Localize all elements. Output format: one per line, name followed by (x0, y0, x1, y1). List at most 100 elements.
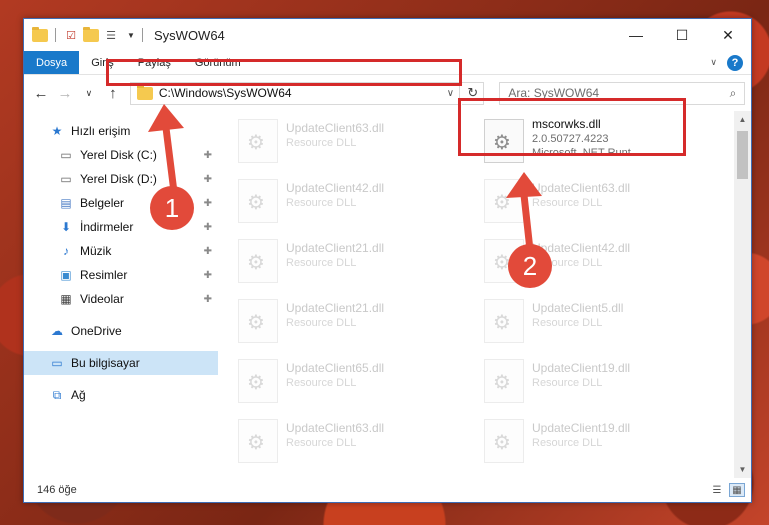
navigation-pane: ★ Hızlı erişim ▭ Yerel Disk (C:) ✚ ▭ Yer… (24, 111, 218, 478)
pin-icon[interactable]: ✚ (204, 294, 212, 305)
sidebar-item-label: Müzik (80, 244, 112, 258)
pin-icon[interactable]: ✚ (204, 222, 212, 233)
file-item[interactable]: UpdateClient63.dll Resource DLL (478, 175, 714, 233)
back-arrow-icon[interactable]: ← (30, 82, 52, 104)
sidebar-item-pictures[interactable]: ▣ Resimler ✚ (24, 263, 218, 287)
music-icon: ♪ (63, 244, 69, 258)
folder-icon (136, 84, 153, 100)
pin-icon[interactable]: ✚ (204, 198, 212, 209)
file-name: UpdateClient63.dll (286, 421, 385, 435)
pin-icon[interactable]: ✚ (204, 246, 212, 257)
pictures-icon: ▣ (60, 268, 72, 282)
help-icon[interactable]: ? (727, 54, 743, 71)
sidebar-item-network[interactable]: ⧉ Ağ (24, 383, 218, 407)
address-highlight-box (106, 59, 462, 86)
maximize-button[interactable]: ☐ (659, 19, 705, 51)
sidebar-item-music[interactable]: ♪ Müzik ✚ (24, 239, 218, 263)
sidebar-item-label: Yerel Disk (D:) (80, 172, 157, 186)
file-item[interactable]: UpdateClient42.dll Resource DLL (478, 235, 714, 293)
dll-file-icon (484, 239, 524, 283)
file-type: Resource DLL (286, 257, 357, 269)
download-icon: ⬇ (60, 220, 72, 234)
vertical-scrollbar[interactable]: ▲ ▼ (734, 111, 751, 478)
sidebar-item-videos[interactable]: ▦ Videolar ✚ (24, 287, 218, 311)
folder-icon (32, 26, 48, 43)
star-icon: ★ (51, 124, 63, 138)
properties-icon[interactable]: ☑ (63, 27, 79, 43)
file-item[interactable]: UpdateClient21.dll Resource DLL (232, 295, 468, 353)
sidebar-item-label: Bu bilgisayar (71, 356, 140, 370)
documents-icon: ▤ (60, 196, 72, 210)
file-name: UpdateClient19.dll (532, 421, 631, 435)
file-item[interactable]: UpdateClient63.dll Resource DLL (232, 115, 468, 173)
dll-file-icon (238, 359, 278, 403)
file-type: Resource DLL (286, 137, 357, 149)
minimize-button[interactable]: — (613, 19, 659, 51)
file-item[interactable]: UpdateClient42.dll Resource DLL (232, 175, 468, 233)
sidebar-item-quick-access[interactable]: ★ Hızlı erişim (24, 119, 218, 143)
file-type: Resource DLL (532, 317, 603, 329)
file-item[interactable]: UpdateClient19.dll Resource DLL (478, 355, 714, 413)
search-icon[interactable]: ⌕ (722, 86, 744, 101)
status-bar: 146 öğe ☰ ▦ (24, 478, 751, 502)
chevron-down-icon[interactable]: ▼ (123, 27, 139, 43)
pin-icon[interactable]: ✚ (204, 174, 212, 185)
dll-file-icon (484, 359, 524, 403)
file-name: UpdateClient21.dll (286, 301, 385, 315)
new-folder-icon[interactable] (83, 26, 99, 43)
expand-ribbon-icon[interactable]: ∨ (710, 57, 717, 68)
file-explorer-window: ☑ ☰ ▼ SysWOW64 — ☐ ✕ Dosya Giriş Paylaş … (23, 18, 752, 503)
forward-arrow-icon[interactable]: → (54, 82, 76, 104)
sidebar-item-local-disk-d[interactable]: ▭ Yerel Disk (D:) ✚ (24, 167, 218, 191)
chevron-down-icon[interactable]: ∨ (441, 88, 459, 99)
file-item[interactable]: UpdateClient21.dll Resource DLL (232, 235, 468, 293)
file-name: UpdateClient63.dll (532, 181, 631, 195)
sidebar-item-label: Resimler (80, 268, 128, 282)
item-count: 146 öğe (37, 484, 77, 496)
dll-file-icon (484, 299, 524, 343)
scroll-down-icon[interactable]: ▼ (734, 461, 751, 478)
drive-icon: ▭ (60, 172, 72, 186)
customize-icon[interactable]: ☰ (103, 27, 119, 43)
sidebar-item-documents[interactable]: ▤ Belgeler ✚ (24, 191, 218, 215)
scrollbar-thumb[interactable] (737, 131, 748, 179)
file-name: UpdateClient65.dll (286, 361, 385, 375)
separator (55, 28, 56, 42)
network-icon: ⧉ (52, 387, 62, 402)
file-type: Resource DLL (532, 197, 603, 209)
pin-icon[interactable]: ✚ (204, 270, 212, 281)
pin-icon[interactable]: ✚ (204, 150, 212, 161)
details-view-icon[interactable]: ☰ (709, 483, 725, 497)
large-icons-view-icon[interactable]: ▦ (729, 483, 745, 497)
sidebar-item-label: Yerel Disk (C:) (80, 148, 157, 162)
file-type: Resource DLL (286, 437, 357, 449)
file-item[interactable]: UpdateClient5.dll Resource DLL (478, 295, 714, 353)
file-name: UpdateClient42.dll (532, 241, 631, 255)
title-bar: ☑ ☰ ▼ SysWOW64 — ☐ ✕ (24, 19, 751, 51)
sidebar-item-downloads[interactable]: ⬇ İndirmeler ✚ (24, 215, 218, 239)
separator (142, 28, 143, 42)
dll-file-icon (484, 179, 524, 223)
sidebar-item-label: Belgeler (80, 196, 125, 210)
sidebar-item-local-disk-c[interactable]: ▭ Yerel Disk (C:) ✚ (24, 143, 218, 167)
file-item[interactable]: UpdateClient63.dll Resource DLL (232, 415, 468, 473)
quick-access-toolbar: ☑ ☰ ▼ (32, 26, 139, 43)
sidebar-item-label: Hızlı erişim (71, 124, 131, 138)
window-title: SysWOW64 (154, 27, 225, 43)
dll-file-icon (238, 419, 278, 463)
sidebar-item-label: OneDrive (71, 324, 122, 338)
sidebar-item-label: İndirmeler (80, 220, 134, 234)
dll-file-icon (238, 299, 278, 343)
close-button[interactable]: ✕ (705, 19, 751, 51)
recent-locations-chevron-icon[interactable]: ∨ (78, 82, 100, 104)
file-name: UpdateClient63.dll (286, 121, 385, 135)
scroll-up-icon[interactable]: ▲ (734, 111, 751, 128)
file-item[interactable]: UpdateClient19.dll Resource DLL (478, 415, 714, 473)
file-type: Resource DLL (532, 437, 603, 449)
sidebar-item-this-pc[interactable]: ▭ Bu bilgisayar (24, 351, 218, 375)
file-type: Resource DLL (286, 377, 357, 389)
dll-file-icon (238, 239, 278, 283)
sidebar-item-onedrive[interactable]: ☁ OneDrive (24, 319, 218, 343)
tab-file[interactable]: Dosya (24, 51, 80, 74)
file-item[interactable]: UpdateClient65.dll Resource DLL (232, 355, 468, 413)
